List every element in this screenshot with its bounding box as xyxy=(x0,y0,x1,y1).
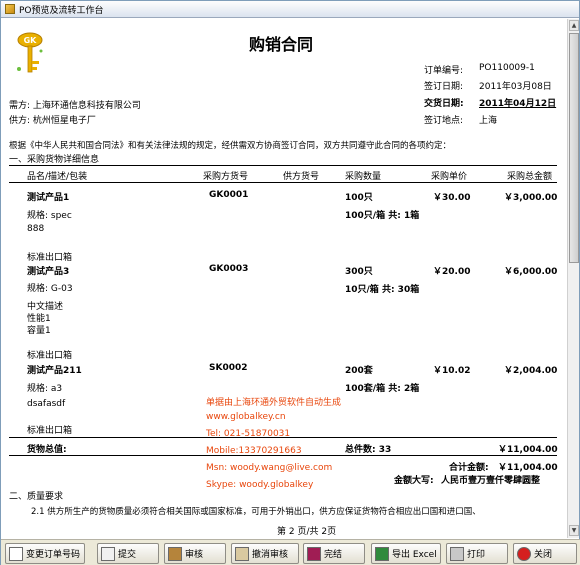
row3-name: 测试产品211 xyxy=(27,366,82,376)
key-logo-icon: GK xyxy=(17,32,43,73)
row1-name: 测试产品1 xyxy=(27,193,70,203)
row1-extra: 888 xyxy=(27,224,45,234)
delivery-date-value: 2011年04月12日 xyxy=(479,99,557,109)
totals-top-rule xyxy=(9,437,557,438)
order-no-label: 订单编号: xyxy=(424,66,464,76)
row3-pack: 标准出口箱 xyxy=(27,426,73,436)
delivery-date-label: 交货日期: xyxy=(424,99,464,109)
row3-price: ￥10.02 xyxy=(433,366,471,376)
printer-icon xyxy=(450,546,464,561)
row3-buyer-no: SK0002 xyxy=(209,363,248,373)
cancel-approve-icon xyxy=(235,546,249,561)
scroll-thumb[interactable] xyxy=(569,33,579,263)
section-2-heading: 二、质量要求 xyxy=(9,492,64,502)
cancel-approve-button[interactable]: 撤消审核 xyxy=(231,543,299,564)
row1-buyer-no: GK0001 xyxy=(209,190,249,200)
window-title: PO预览及流转工作台 xyxy=(19,5,104,16)
app-window: PO预览及流转工作台 GK 购销合同 订单编号: PO110009-1 签订日期… xyxy=(0,0,580,565)
document-edit-icon xyxy=(9,546,23,561)
clause-intro: 根据《中华人民共和国合同法》和有关法律法规的规定，经供需双方协商签订合同，双方共… xyxy=(9,141,452,151)
row3-extra: dsafasdf xyxy=(27,399,66,409)
row2-spec: 规格: G-03 xyxy=(27,284,73,294)
page-indicator: 第 2 页/共 2页 xyxy=(277,527,337,537)
row2-price: ￥20.00 xyxy=(433,267,471,277)
col-header-price: 采购单价 xyxy=(431,172,468,182)
finish-button[interactable]: 完结 xyxy=(303,543,365,564)
sign-place-value: 上海 xyxy=(479,116,498,126)
caps-label: 金额大写: xyxy=(394,476,434,486)
sum-label: 合计金额: xyxy=(449,463,489,473)
scroll-down-arrow-icon[interactable]: ▼ xyxy=(569,525,579,536)
contract-document: GK 购销合同 订单编号: PO110009-1 签订日期: 2011年03月0… xyxy=(1,19,567,538)
sign-date-label: 签订日期: xyxy=(424,82,464,92)
table-top-rule xyxy=(9,165,557,166)
col-header-supplier-no: 供方货号 xyxy=(283,172,320,182)
goods-total-label: 货物总值: xyxy=(27,445,67,455)
col-header-buyer-no: 采购方货号 xyxy=(203,172,249,182)
approve-icon xyxy=(168,546,182,561)
title-bar: PO预览及流转工作台 xyxy=(1,1,579,18)
total-qty: 总件数: 33 xyxy=(345,445,392,455)
change-order-no-button[interactable]: 变更订单号码 xyxy=(5,543,85,564)
row3-qty: 200套 xyxy=(345,366,373,376)
row2-qty: 300只 xyxy=(345,267,373,277)
row2-extra3: 容量1 xyxy=(27,326,51,336)
excel-icon xyxy=(375,546,389,561)
table-header-rule xyxy=(9,182,557,183)
export-excel-button[interactable]: 导出 Excel xyxy=(371,543,441,564)
row2-name: 测试产品3 xyxy=(27,267,70,277)
bottom-toolbar: 变更订单号码 提交 审核 撤消审核 完结 导出 Excel 打印 关闭 xyxy=(1,539,580,565)
close-button[interactable]: 关闭 xyxy=(513,543,577,564)
close-icon xyxy=(517,546,531,561)
scroll-up-arrow-icon[interactable]: ▲ xyxy=(569,20,579,31)
total-amount: ￥11,004.00 xyxy=(498,445,558,455)
row1-qty-box: 100只/箱 共: 1箱 xyxy=(345,211,420,221)
print-button[interactable]: 打印 xyxy=(446,543,508,564)
row3-spec: 规格: a3 xyxy=(27,384,63,394)
section-1-heading: 一、采购货物详细信息 xyxy=(9,155,100,165)
col-header-qty: 采购数量 xyxy=(345,172,382,182)
row1-spec: 规格: spec xyxy=(27,211,72,221)
row1-pack: 标准出口箱 xyxy=(27,253,73,263)
caps-value: 人民币壹万壹仟零肆圆整 xyxy=(441,476,541,486)
sign-date-value: 2011年03月08日 xyxy=(479,82,552,92)
col-header-total: 采购总金额 xyxy=(507,172,553,182)
row1-total: ￥3,000.00 xyxy=(504,193,558,203)
row2-buyer-no: GK0003 xyxy=(209,264,249,274)
watermark-line-6: Skype: woody.globalkey xyxy=(206,480,314,490)
row1-qty: 100只 xyxy=(345,193,373,203)
contract-title: 购销合同 xyxy=(249,35,314,54)
sign-place-label: 签订地点: xyxy=(424,116,464,126)
clause-2-1: 2.1 供方所生产的货物质量必须符合相关国际或国家标准，可用于外销出口，供方应保… xyxy=(31,507,481,517)
watermark-line-1: 单据由上海环通外贸软件自动生成 xyxy=(206,398,342,408)
vertical-scrollbar[interactable]: ▲ ▼ xyxy=(567,19,579,538)
order-no-value: PO110009-1 xyxy=(479,63,535,73)
row3-qty-box: 100套/箱 共: 2箱 xyxy=(345,384,420,394)
row2-total: ￥6,000.00 xyxy=(504,267,558,277)
supplier-info: 供方: 杭州恒星电子厂 xyxy=(9,116,96,126)
watermark-line-2: www.globalkey.cn xyxy=(206,412,286,422)
row1-price: ￥30.00 xyxy=(433,193,471,203)
submit-icon xyxy=(101,546,115,561)
finish-icon xyxy=(307,546,321,561)
sum-value: ￥11,004.00 xyxy=(498,463,558,473)
row2-qty-box: 10只/箱 共: 30箱 xyxy=(345,285,420,295)
buyer-info: 需方: 上海环通信息科技有限公司 xyxy=(9,101,141,111)
totals-bottom-rule xyxy=(9,455,557,456)
watermark-line-5: Msn: woody.wang@live.com xyxy=(206,463,333,473)
app-icon xyxy=(5,4,15,14)
svg-text:GK: GK xyxy=(24,36,38,45)
submit-button[interactable]: 提交 xyxy=(97,543,159,564)
row2-pack: 标准出口箱 xyxy=(27,351,73,361)
col-header-name: 品名/描述/包装 xyxy=(27,172,88,182)
approve-button[interactable]: 审核 xyxy=(164,543,226,564)
row3-total: ￥2,004.00 xyxy=(504,366,558,376)
